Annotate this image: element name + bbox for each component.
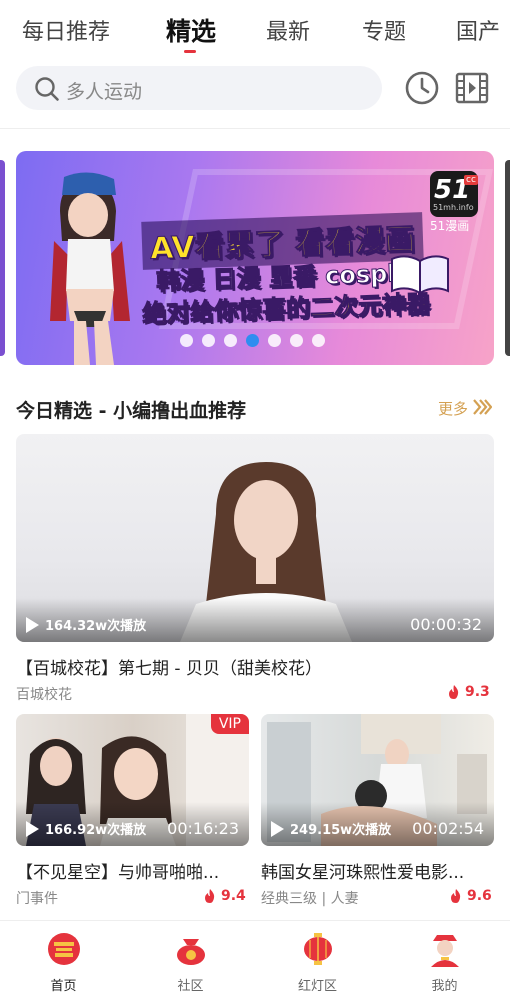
carousel-dot[interactable]	[290, 334, 303, 347]
rating-value: 9.6	[467, 888, 492, 904]
nav-profile-label: 我的	[431, 979, 458, 994]
carousel-dot[interactable]	[246, 334, 259, 347]
video-thumbnail[interactable]: 249.15w次播放 00:02:54	[261, 714, 494, 846]
money-bag-icon	[177, 939, 205, 965]
tab-domestic[interactable]: 国产	[456, 14, 500, 46]
featured-video-tag[interactable]: 百城校花	[16, 684, 72, 704]
video-tag[interactable]: 门事件	[16, 888, 58, 908]
play-count-text: 164.32w次播放	[45, 619, 147, 634]
banner-peek-right	[505, 160, 510, 356]
video-duration: 00:00:32	[410, 615, 482, 634]
app-logo-domain: 51mh.info	[433, 203, 474, 212]
video-title[interactable]: 【不见星空】与帅哥啪啪...	[16, 858, 219, 883]
film-icon[interactable]	[454, 70, 490, 106]
nav-community-label: 社区	[177, 979, 204, 994]
lantern-icon	[304, 933, 332, 965]
nav-redlight[interactable]: 红灯区	[254, 921, 381, 1000]
vip-badge: VIP	[210, 714, 249, 734]
app-logo-sup: cc	[464, 175, 478, 185]
video-duration: 00:16:23	[167, 819, 239, 838]
play-count-text: 249.15w次播放	[290, 823, 392, 838]
rating-value: 9.3	[465, 684, 490, 700]
carousel-dot[interactable]	[312, 334, 325, 347]
carousel-dot[interactable]	[202, 334, 215, 347]
flame-icon	[451, 889, 461, 903]
section-title: 今日精选 - 小编撸出血推荐	[16, 400, 247, 422]
play-icon	[26, 616, 39, 633]
carousel-dot[interactable]	[224, 334, 237, 347]
nav-home-label: 首页	[50, 979, 77, 994]
header-divider	[0, 128, 510, 129]
app-logo-label: 51漫画	[430, 219, 470, 233]
play-icon	[26, 820, 39, 837]
video-title[interactable]: 韩国女星河珠熙性爱电影...	[261, 858, 464, 883]
play-icon	[271, 820, 284, 837]
double-chevron-right-icon[interactable]	[472, 398, 492, 416]
video-thumbnail[interactable]: VIP 166.92w次播放 00:16:23	[16, 714, 249, 846]
video-tag[interactable]: 经典三级 | 人妻	[261, 888, 359, 908]
active-tab-indicator	[184, 50, 196, 53]
promo-banner[interactable]: AV看累了 看看漫画 韩漫 日漫 里番 cosplay 绝对给你惊喜的二次元神器…	[16, 151, 494, 365]
banner-character-illustration	[50, 172, 130, 365]
more-link[interactable]: 更多	[438, 398, 468, 419]
carousel-dot[interactable]	[180, 334, 193, 347]
tab-daily[interactable]: 每日推荐	[22, 14, 110, 46]
video-duration: 00:02:54	[412, 819, 484, 838]
search-placeholder: 多人运动	[66, 81, 143, 103]
play-count: 164.32w次播放	[26, 615, 146, 634]
profile-icon	[431, 935, 459, 967]
nav-community[interactable]: 社区	[127, 921, 254, 1000]
bottom-nav: 首页 社区 红灯区 我的	[0, 920, 510, 1000]
featured-video-rating: 9.3	[448, 684, 490, 700]
carousel-dots	[180, 334, 325, 348]
history-icon[interactable]	[404, 70, 440, 106]
video-rating: 9.6	[450, 888, 492, 904]
top-tabs: 每日推荐 精选 最新 专题 国产	[0, 0, 510, 58]
tab-latest[interactable]: 最新	[266, 14, 310, 46]
featured-video-thumbnail[interactable]: 164.32w次播放 00:00:32	[16, 434, 494, 642]
tab-featured[interactable]: 精选	[166, 12, 216, 48]
search-input[interactable]: 多人运动	[16, 66, 382, 110]
carousel-dot[interactable]	[268, 334, 281, 347]
video-rating: 9.4	[204, 888, 246, 904]
nav-redlight-label: 红灯区	[297, 979, 337, 994]
featured-video-title[interactable]: 【百城校花】第七期 - 贝贝（甜美校花）	[16, 654, 322, 679]
play-count: 249.15w次播放	[271, 819, 391, 838]
nav-profile[interactable]: 我的	[381, 921, 508, 1000]
play-count: 166.92w次播放	[26, 819, 146, 838]
play-count-text: 166.92w次播放	[45, 823, 147, 838]
tab-topics[interactable]: 专题	[362, 14, 406, 46]
rating-value: 9.4	[221, 888, 246, 904]
flame-icon	[449, 685, 459, 699]
home-icon	[48, 933, 80, 965]
flame-icon	[205, 889, 215, 903]
banner-peek-left	[0, 160, 5, 356]
book-icon	[391, 255, 449, 295]
search-icon	[35, 77, 59, 101]
nav-home[interactable]: 首页	[0, 921, 127, 1000]
